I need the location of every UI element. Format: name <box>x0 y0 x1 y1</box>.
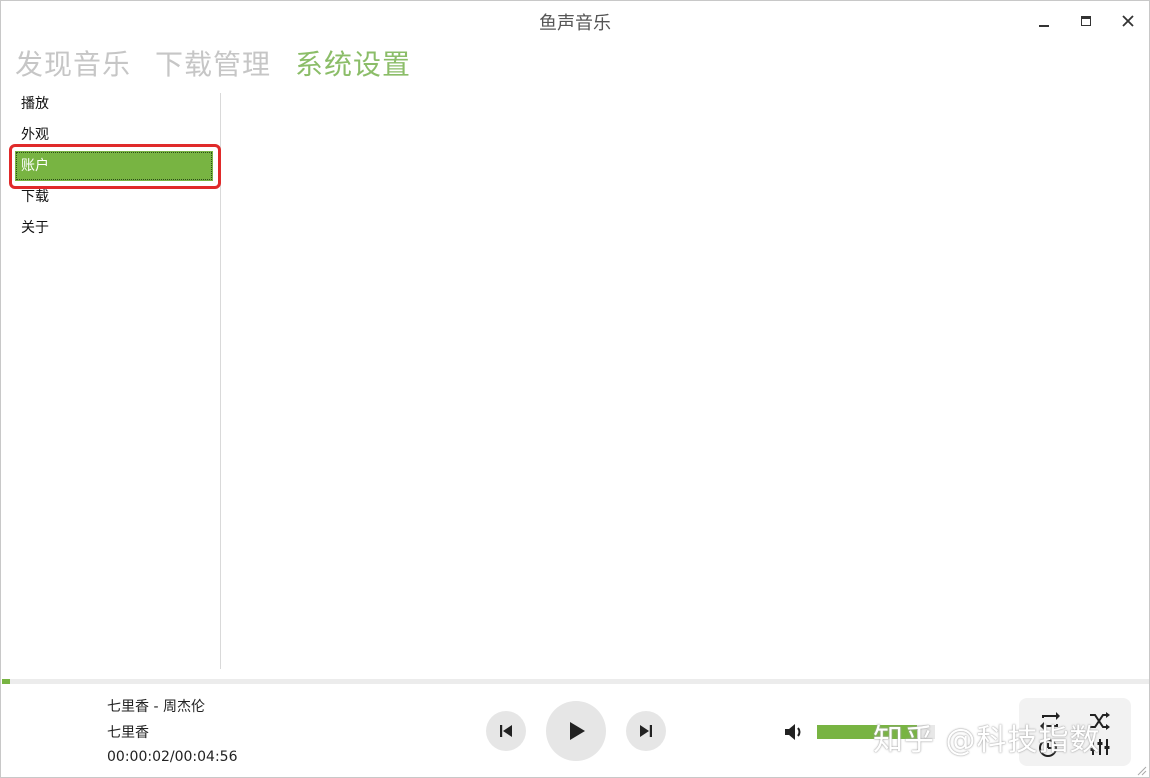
next-button[interactable] <box>626 711 666 751</box>
sidebar-item-playback[interactable]: 播放 <box>15 89 213 119</box>
resize-grip-icon[interactable] <box>1135 764 1147 776</box>
close-button[interactable] <box>1113 7 1143 35</box>
title-bar[interactable]: 鱼声音乐 <box>1 1 1149 41</box>
sidebar-item-download[interactable]: 下载 <box>15 182 213 212</box>
window-title: 鱼声音乐 <box>539 13 611 34</box>
settings-sidebar: 播放 外观 账户 下载 关于 <box>1 93 221 669</box>
volume-slider[interactable] <box>817 725 935 739</box>
close-icon <box>1122 15 1134 27</box>
song-title: 七里香 - 周杰伦 <box>107 699 205 715</box>
maximize-icon <box>1081 16 1091 26</box>
sidebar-item-account[interactable]: 账户 <box>15 151 213 181</box>
app-window: 鱼声音乐 发现音乐 下载管理 系统设置 播放 外观 账户 下载 关于 七里香 -… <box>0 0 1150 778</box>
sidebar-item-about[interactable]: 关于 <box>15 213 213 243</box>
minimize-icon <box>1039 25 1049 27</box>
previous-button[interactable] <box>486 711 526 751</box>
volume-slider-fill <box>817 725 918 739</box>
tab-system-settings[interactable]: 系统设置 <box>295 45 411 85</box>
shuffle-icon[interactable] <box>1087 708 1113 734</box>
play-icon <box>570 722 585 740</box>
sidebar-item-appearance[interactable]: 外观 <box>15 120 213 150</box>
song-album: 七里香 <box>107 725 149 741</box>
top-nav: 发现音乐 下载管理 系统设置 <box>15 45 411 85</box>
maximize-button[interactable] <box>1071 7 1101 35</box>
settings-content-area <box>222 93 1149 669</box>
skip-previous-icon <box>500 725 512 737</box>
volume-icon[interactable] <box>783 721 805 743</box>
tab-download-manager[interactable]: 下载管理 <box>155 45 271 85</box>
skip-next-icon <box>640 725 652 737</box>
player-bar: 七里香 - 周杰伦 七里香 00:00:02/00:04:56 知乎 @科技指数 <box>1 684 1149 778</box>
timer-icon[interactable] <box>1037 736 1059 758</box>
equalizer-icon[interactable] <box>1089 736 1111 758</box>
tab-discover-music[interactable]: 发现音乐 <box>15 45 131 85</box>
extra-controls-panel <box>1019 698 1131 766</box>
minimize-button[interactable] <box>1029 7 1059 35</box>
play-button[interactable] <box>546 701 606 761</box>
repeat-icon[interactable] <box>1037 708 1063 734</box>
song-time: 00:00:02/00:04:56 <box>107 749 238 765</box>
